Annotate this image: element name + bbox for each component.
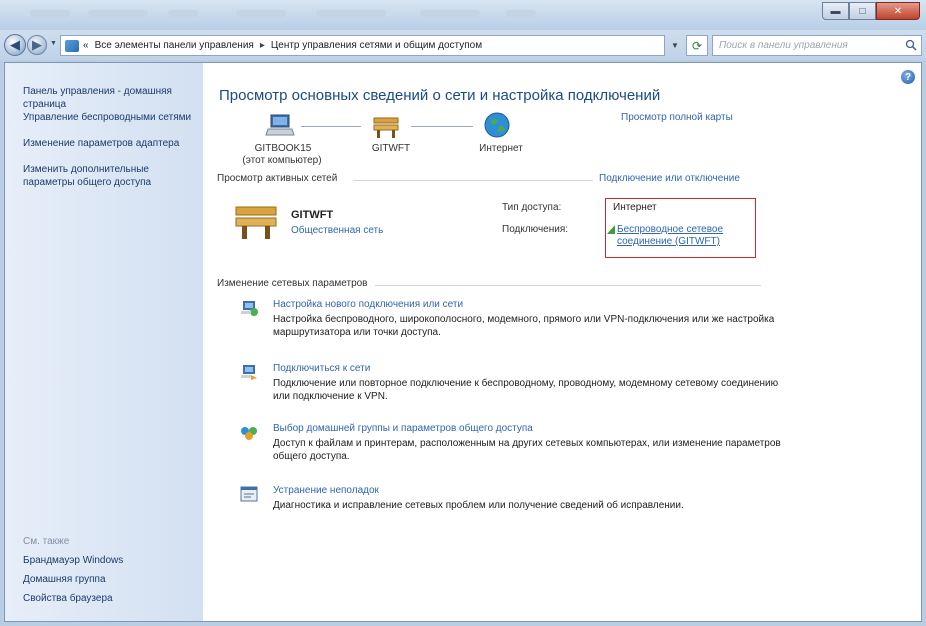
wireless-connection-link[interactable]: Беспроводное сетевое соединение (GITWFT) (617, 224, 757, 248)
task-link-troubleshoot[interactable]: Устранение неполадок (273, 485, 379, 496)
title-blur (168, 10, 198, 17)
sidebar: Панель управления - домашняя страница Уп… (5, 63, 203, 621)
address-bar[interactable]: « Все элементы панели управления ▸ Центр… (60, 35, 665, 56)
globe-icon (484, 112, 510, 138)
see-also-label: См. также (23, 536, 70, 547)
task-desc-troubleshoot: Диагностика и исправление сетевых пробле… (273, 500, 684, 511)
title-blur (316, 10, 386, 17)
page-title: Просмотр основных сведений о сети и наст… (219, 87, 661, 104)
task-link-homegroup[interactable]: Выбор домашней группы и параметров общег… (273, 423, 533, 434)
change-settings-heading: Изменение сетевых параметров (217, 278, 368, 289)
active-networks-heading: Просмотр активных сетей (217, 173, 338, 184)
full-map-link[interactable]: Просмотр полной карты (621, 112, 733, 123)
computer-sub: (этот компьютер) (242, 155, 322, 166)
map-connector (411, 126, 473, 127)
sidebar-link-browser-props[interactable]: Свойства браузера (23, 592, 198, 605)
breadcrumb-separator-icon[interactable]: ▸ (260, 40, 265, 51)
connect-network-icon (241, 365, 257, 380)
task-desc-new-connection: Настройка беспроводного, широкополосного… (273, 314, 775, 338)
section-divider (353, 180, 593, 181)
search-icon[interactable] (905, 39, 917, 51)
back-button[interactable]: ◀ (4, 34, 26, 56)
task-link-connect-network[interactable]: Подключиться к сети (273, 363, 370, 374)
help-icon[interactable]: ? (901, 70, 915, 84)
sidebar-link-adapter[interactable]: Изменение параметров адаптера (23, 137, 198, 150)
title-bar: ▬ □ ✕ (0, 0, 926, 30)
breadcrumb-network-center[interactable]: Центр управления сетями и общим доступом (271, 40, 482, 51)
title-blur (88, 10, 148, 17)
close-button[interactable]: ✕ (876, 2, 920, 20)
wireless-signal-icon (607, 225, 615, 234)
task-troubleshoot: Устранение неполадок Диагностика и испра… (217, 485, 777, 525)
history-dropdown-icon[interactable]: ▼ (50, 40, 57, 47)
connections-label: Подключения: (502, 224, 569, 235)
control-panel-icon (65, 39, 79, 52)
breadcrumb-overflow[interactable]: « (83, 40, 89, 51)
sidebar-link-sharing[interactable]: Изменить дополнительные параметры общего… (23, 163, 198, 189)
task-desc-homegroup: Доступ к файлам и принтерам, расположенн… (273, 438, 781, 462)
minimize-button[interactable]: ▬ (822, 2, 849, 20)
access-type-label: Тип доступа: (502, 202, 562, 213)
title-blur (420, 10, 480, 17)
sidebar-link-home[interactable]: Панель управления - домашняя страница (23, 85, 198, 111)
title-blur (506, 10, 536, 17)
task-homegroup: Выбор домашней группы и параметров общег… (217, 423, 781, 463)
task-connect-network: Подключиться к сети Подключение или повт… (217, 363, 778, 403)
new-connection-icon (241, 301, 258, 316)
network-type-link[interactable]: Общественная сеть (291, 225, 383, 236)
maximize-button[interactable]: □ (849, 2, 876, 20)
connect-disconnect-link[interactable]: Подключение или отключение (599, 173, 740, 184)
public-network-bench-icon (235, 206, 277, 239)
title-blur (30, 10, 70, 17)
map-connector (301, 126, 361, 127)
task-new-connection: Настройка нового подключения или сети На… (217, 299, 777, 339)
window-content: Панель управления - домашняя страница Уп… (4, 62, 922, 622)
breadcrumb-all-items[interactable]: Все элементы панели управления (95, 40, 254, 51)
window-controls: ▬ □ ✕ (822, 2, 920, 20)
title-blur (236, 10, 286, 17)
sidebar-link-firewall[interactable]: Брандмауэр Windows (23, 554, 198, 567)
refresh-button[interactable]: ⟳ (686, 35, 708, 56)
computer-icon (265, 114, 295, 136)
computer-name: GITBOOK15 (254, 143, 312, 154)
sidebar-link-wireless[interactable]: Управление беспроводными сетями (23, 111, 198, 124)
search-placeholder: Поиск в панели управления (719, 40, 848, 51)
main-content: ? Просмотр основных сведений о сети и на… (203, 63, 921, 621)
search-input[interactable]: Поиск в панели управления (712, 35, 922, 56)
section-divider (375, 285, 761, 286)
homegroup-icon (241, 427, 257, 440)
forward-button[interactable]: ▶ (27, 35, 47, 55)
active-network-name: GITWFT (291, 209, 334, 221)
troubleshoot-icon (240, 486, 258, 502)
sidebar-link-homegroup[interactable]: Домашняя группа (23, 573, 198, 586)
network-node-name: GITWFT (371, 143, 411, 154)
task-desc-connect-network: Подключение или повторное подключение к … (273, 378, 779, 402)
bench-network-icon (373, 117, 399, 138)
navigation-bar: ◀ ▶ ▼ « Все элементы панели управления ▸… (0, 30, 926, 60)
address-dropdown-icon[interactable]: ▼ (668, 35, 682, 56)
internet-node-label: Интернет (479, 143, 523, 154)
task-link-new-connection[interactable]: Настройка нового подключения или сети (273, 299, 463, 310)
